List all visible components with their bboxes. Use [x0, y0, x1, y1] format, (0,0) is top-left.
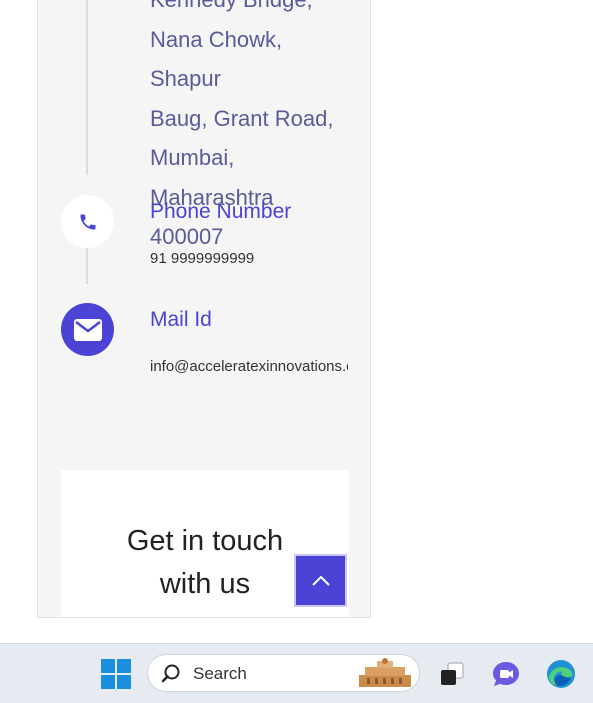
task-view-icon	[441, 662, 464, 685]
task-view-button[interactable]	[432, 654, 472, 694]
edge-browser-icon	[547, 660, 575, 688]
phone-value: 91 9999999999	[150, 250, 255, 267]
taskbar-search-box[interactable]: Search	[147, 654, 420, 692]
timeline-line-address	[86, 0, 88, 175]
scroll-to-top-button[interactable]	[294, 554, 347, 607]
search-icon	[161, 664, 180, 683]
envelope-icon	[61, 303, 114, 356]
contact-info-card: Kennedy Bridge, Nana Chowk, Shapur Baug,…	[37, 0, 371, 618]
chevron-up-icon	[311, 575, 330, 586]
phone-title: Phone Number	[150, 200, 292, 223]
search-highlight-image	[359, 658, 411, 687]
mail-title: Mail Id	[150, 308, 212, 331]
page: Kennedy Bridge, Nana Chowk, Shapur Baug,…	[0, 0, 593, 703]
meet-now-button[interactable]	[486, 654, 526, 694]
search-placeholder: Search	[193, 664, 247, 683]
windows-start-icon	[101, 659, 131, 689]
mail-value[interactable]: info@acceleratexinnovations.com	[150, 358, 348, 375]
windows-start-button[interactable]	[96, 654, 136, 694]
meet-now-icon	[493, 662, 519, 686]
phone-icon	[61, 195, 114, 248]
timeline-line-phone	[86, 248, 88, 284]
taskbar: Search	[0, 643, 593, 703]
edge-browser-button[interactable]	[541, 654, 581, 694]
